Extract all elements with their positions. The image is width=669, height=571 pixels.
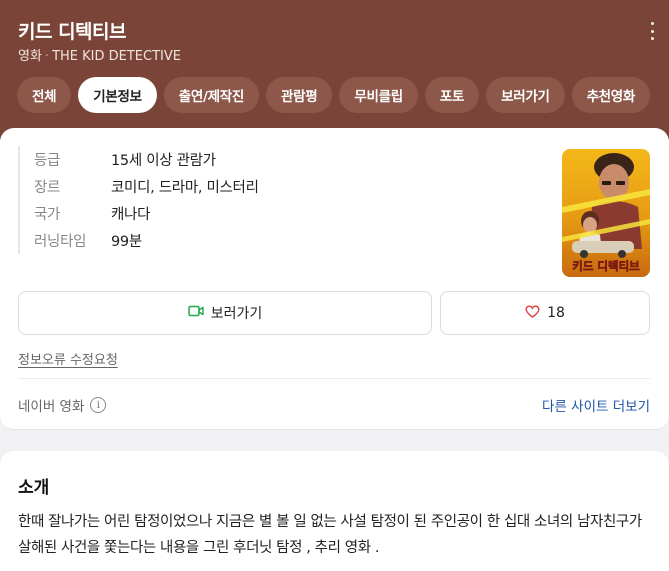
info-row-rating: 등급 15세 이상 관람가 xyxy=(34,146,259,173)
tab-watch[interactable]: 보러가기 xyxy=(486,77,565,113)
movie-subtitle: 영화 · THE KID DETECTIVE xyxy=(18,45,181,64)
report-error-link[interactable]: 정보오류 수정요청 xyxy=(18,349,118,368)
info-key: 장르 xyxy=(34,180,61,196)
intro-heading: 소개 xyxy=(18,478,50,498)
info-value: 15세 이상 관람가 xyxy=(111,153,216,169)
info-row-genre: 장르 코미디, 드라마, 미스터리 xyxy=(34,173,259,200)
more-sites-link[interactable]: 다른 사이트 더보기 xyxy=(542,395,650,415)
tab-bar: 전체 기본정보 출연/제작진 관람평 무비클립 포토 보러가기 추천영화 xyxy=(17,77,651,113)
tab-movie-clips[interactable]: 무비클립 xyxy=(339,77,418,113)
info-icon[interactable]: i xyxy=(90,397,107,413)
info-list: 등급 15세 이상 관람가 장르 코미디, 드라마, 미스터리 국가 캐나다 러… xyxy=(18,146,259,254)
source-name: 네이버 영화 xyxy=(18,399,85,415)
tab-all[interactable]: 전체 xyxy=(17,77,72,113)
intro-text: 한때 잘나가는 어린 탐정이었으나 지금은 별 볼 일 없는 사설 탐정이 된 … xyxy=(18,514,642,556)
video-camera-icon xyxy=(187,305,204,321)
english-title: THE KID DETECTIVE xyxy=(52,49,181,64)
tab-recommended[interactable]: 추천영화 xyxy=(571,77,651,113)
tab-photos[interactable]: 포토 xyxy=(424,77,480,113)
info-value: 코미디, 드라마, 미스터리 xyxy=(111,180,259,196)
category-label: 영화 xyxy=(18,49,42,64)
info-key: 국가 xyxy=(34,207,61,223)
movie-title: 키드 디텍티브 xyxy=(18,21,127,43)
tab-cast-crew[interactable]: 출연/제작진 xyxy=(163,77,259,113)
watch-label: 보러가기 xyxy=(210,306,263,322)
info-row-country: 국가 캐나다 xyxy=(34,200,259,227)
info-value: 캐나다 xyxy=(111,207,151,223)
like-count: 18 xyxy=(547,305,565,321)
heart-icon xyxy=(525,305,540,322)
tab-reviews[interactable]: 관람평 xyxy=(265,77,333,113)
movie-header: 키드 디텍티브 영화 · THE KID DETECTIVE 전체 기본정보 출연/… xyxy=(0,0,669,140)
info-key: 러닝타임 xyxy=(34,234,87,250)
info-value: 99분 xyxy=(111,234,142,250)
movie-poster[interactable]: 키드 디텍티브 xyxy=(562,149,650,277)
separator-dot: · xyxy=(44,49,50,64)
more-vertical-icon[interactable] xyxy=(649,22,655,40)
source-label: 네이버 영화 i xyxy=(18,395,107,415)
like-button[interactable]: 18 xyxy=(440,291,650,335)
intro-card: 소개 한때 잘나가는 어린 탐정이었으나 지금은 별 볼 일 없는 사설 탐정이… xyxy=(0,451,669,571)
info-key: 등급 xyxy=(34,153,61,169)
info-row-runtime: 러닝타임 99분 xyxy=(34,227,259,254)
poster-title: 키드 디텍티브 xyxy=(572,259,640,273)
watch-button[interactable]: 보러가기 xyxy=(18,291,432,335)
divider xyxy=(18,378,650,379)
tab-basic-info[interactable]: 기본정보 xyxy=(78,77,157,113)
